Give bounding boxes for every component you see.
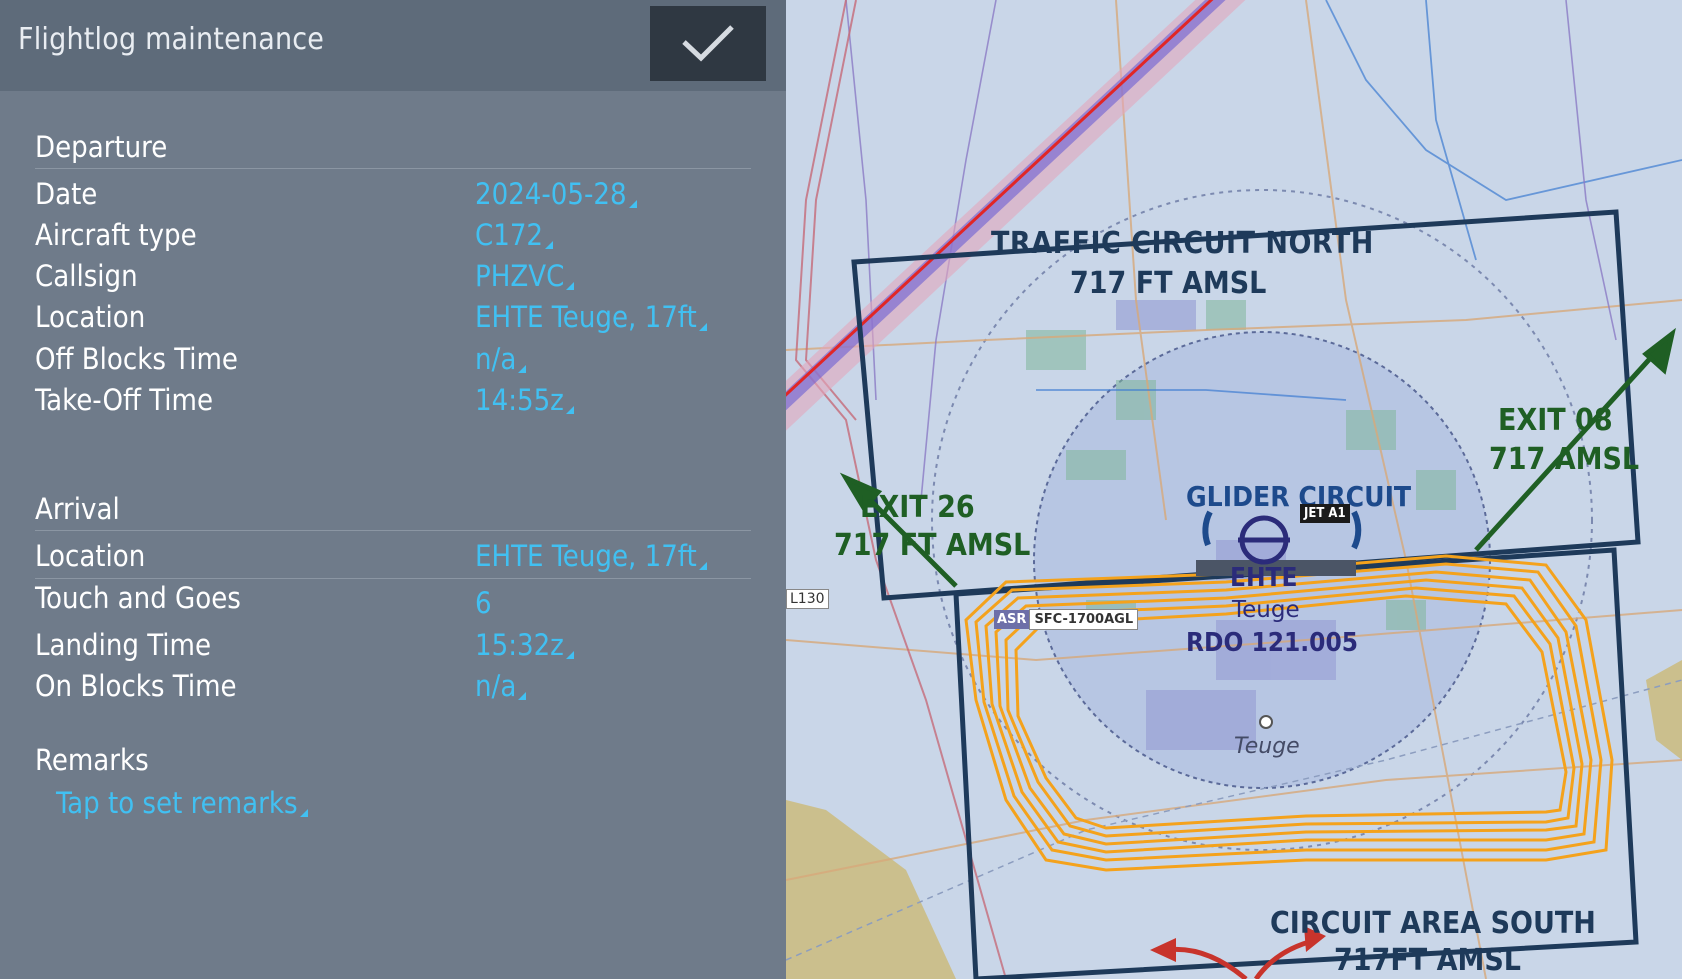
airport-name-label: Teuge [1232,597,1300,623]
arrival-location-value[interactable]: EHTE Teuge, 17ft [475,539,707,573]
remarks-section-title: Remarks [35,743,149,777]
date-label: Date [35,177,98,211]
jet-a1-badge: JET A1 [1300,504,1350,523]
airport-code-label: EHTE [1230,563,1298,593]
date-value[interactable]: 2024-05-28 [475,177,637,211]
callsign-value[interactable]: PHZVC [475,259,574,293]
off-blocks-time-label: Off Blocks Time [35,342,238,376]
checkmark-icon [682,25,734,62]
arrival-section-title: Arrival [35,492,120,526]
arrival-location-label: Location [35,539,146,573]
touch-and-goes-label: Touch and Goes [35,581,241,615]
exit-26-label: EXIT 26 [860,490,975,525]
glider-circuit-label: GLIDER CIRCUIT [1186,480,1412,513]
divider [35,168,751,169]
confirm-button[interactable] [650,6,766,81]
header-bar: Flightlog maintenance [0,0,786,91]
traffic-circuit-north-altitude: 717 FT AMSL [1070,266,1267,301]
aircraft-type-label: Aircraft type [35,218,197,252]
touch-and-goes-value[interactable]: 6 [475,586,492,620]
circuit-area-south-altitude: 717FT AMSL [1334,943,1521,978]
on-blocks-time-value[interactable]: n/a [475,669,526,703]
radio-frequency-label: RDO 121.005 [1186,628,1358,658]
airway-label: L130 [786,589,829,609]
aircraft-type-value[interactable]: C172 [475,218,553,252]
callsign-label: Callsign [35,259,138,293]
page-title: Flightlog maintenance [18,22,325,57]
town-label: Teuge [1234,734,1300,759]
traffic-circuit-north-label: TRAFFIC CIRCUIT NORTH [991,226,1374,261]
exit-08-label: EXIT 08 [1498,403,1613,438]
off-blocks-time-value[interactable]: n/a [475,342,526,376]
exit-08-altitude: 717 AMSL [1489,442,1640,477]
map-view[interactable]: TRAFFIC CIRCUIT NORTH 717 FT AMSL EXIT 2… [786,0,1682,979]
take-off-time-label: Take-Off Time [35,383,214,417]
exit-26-altitude: 717 FT AMSL [834,528,1031,563]
departure-location-value[interactable]: EHTE Teuge, 17ft [475,300,707,334]
divider [35,530,751,531]
asr-limits: SFC-1700AGL [1029,609,1139,630]
asr-tag: ASR [994,610,1030,629]
departure-location-label: Location [35,300,146,334]
on-blocks-time-label: On Blocks Time [35,669,237,703]
divider [35,578,751,579]
landing-time-label: Landing Time [35,628,212,662]
landing-time-value[interactable]: 15:32z [475,628,574,662]
asr-label: ASR SFC-1700AGL [994,609,1139,630]
take-off-time-value[interactable]: 14:55z [475,383,574,417]
remarks-input[interactable]: Tap to set remarks [56,786,308,820]
departure-section-title: Departure [35,130,168,164]
flightlog-panel: Flightlog maintenance Departure Date 202… [0,0,786,979]
circuit-area-south-label: CIRCUIT AREA SOUTH [1270,906,1596,941]
